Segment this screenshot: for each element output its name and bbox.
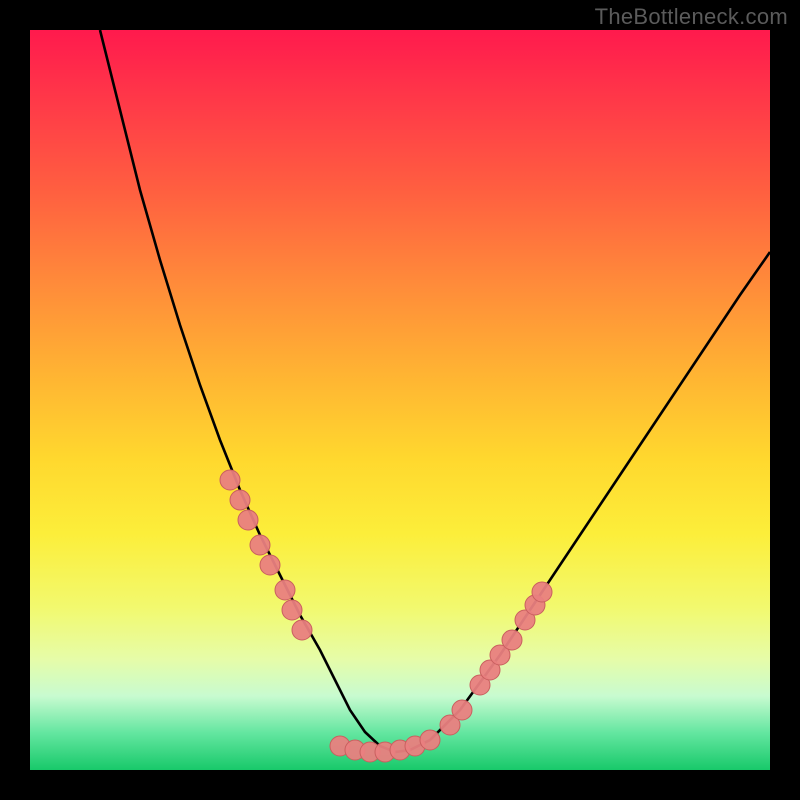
data-dot <box>452 700 472 720</box>
data-dot <box>238 510 258 530</box>
data-dot <box>292 620 312 640</box>
data-dots-bottom <box>330 730 440 762</box>
data-dot <box>250 535 270 555</box>
data-dot <box>502 630 522 650</box>
data-dot <box>260 555 280 575</box>
outer-frame: TheBottleneck.com <box>0 0 800 800</box>
data-dot <box>420 730 440 750</box>
plot-area <box>30 30 770 770</box>
data-dot <box>220 470 240 490</box>
data-dot <box>230 490 250 510</box>
data-dot <box>532 582 552 602</box>
data-dots-left <box>220 470 312 640</box>
data-dot <box>275 580 295 600</box>
watermark-text: TheBottleneck.com <box>595 4 788 30</box>
bottleneck-curve <box>100 30 770 752</box>
data-dot <box>282 600 302 620</box>
data-dots-right <box>440 582 552 735</box>
chart-overlay <box>30 30 770 770</box>
